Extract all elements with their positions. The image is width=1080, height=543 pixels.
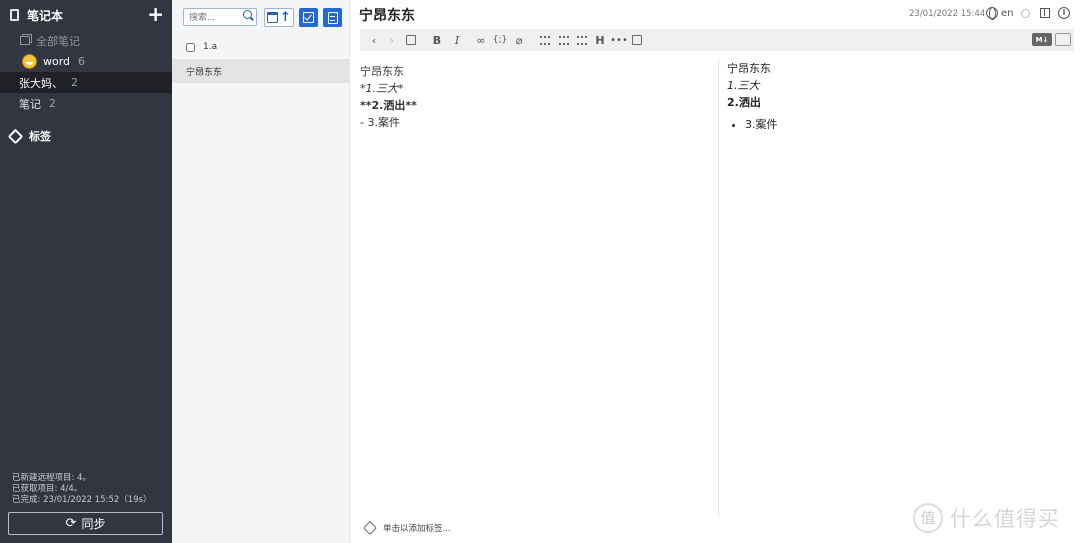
bold-icon[interactable]: B [430,32,444,48]
preview-bold-line: 2.洒出 [727,96,761,109]
sync-button[interactable]: ⟳ 同步 [8,512,163,535]
preview-line: 宁昂东东 [727,62,771,75]
globe-icon[interactable] [986,7,998,20]
search-icon[interactable] [243,10,252,19]
note-icon [327,11,338,24]
insert-datetime-icon[interactable] [630,32,644,48]
sidebar-item-zhang[interactable]: 张大妈、 2 [0,72,172,93]
sidebar-item-all-notes[interactable]: 全部笔记 [0,30,172,51]
notebook-count: 2 [71,76,78,89]
forward-icon[interactable]: › [386,32,398,48]
note-date[interactable]: 23/01/2022 15:44 [909,9,985,19]
arrow-up-icon: ↑ [280,10,291,25]
markdown-toggle-button[interactable]: M↓ [1032,33,1052,46]
sync-status-line: 已完成: 23/01/2022 15:52（19s） [12,495,152,505]
italic-icon[interactable]: I [450,32,464,48]
bulleted-list-icon[interactable] [538,32,552,48]
sync-status: 已新建远程项目: 4。 已获取项目: 4/4。 已完成: 23/01/2022 … [12,473,152,506]
tags-header[interactable]: 标签 [0,124,172,148]
all-notes-icon [20,36,30,45]
sidebar-item-word[interactable]: word 6 [0,51,172,72]
notebooks-header[interactable]: 笔记本 + [0,0,172,30]
todo-checkbox[interactable] [186,42,195,52]
add-notebook-icon[interactable]: + [147,4,164,24]
new-note-button[interactable] [323,8,342,27]
sidebar: 笔记本 + 全部笔记 word 6 张大妈、 2 笔记 2 标签 已新建远程项目… [0,0,172,543]
source-line: - 3.案件 [360,116,400,129]
notebook-name: 张大妈、 [19,76,63,90]
editor-toolbar: ‹ › B I ∞ {;} ⌀ H ••• M↓ [360,29,1074,51]
notebook-name: word [43,55,71,68]
note-title-input[interactable]: 宁昂东东 [359,5,415,25]
language-label[interactable]: en [1001,8,1014,19]
watermark-logo: 值 [913,503,943,533]
preview-list-item: 3.案件 [745,116,1072,133]
tag-icon [7,128,24,144]
heading-icon[interactable]: H [593,32,607,48]
calendar-icon [267,12,279,23]
link-icon[interactable]: ∞ [474,32,488,48]
numbered-list-icon[interactable] [557,32,571,48]
all-notes-label: 全部笔记 [36,34,80,48]
grinning-emoji-icon [22,54,37,69]
tags-label: 标签 [29,130,51,143]
source-line: *1.三大* [360,82,404,95]
preview-list: 3.案件 [727,116,1072,133]
list-item[interactable]: 1.a [172,35,349,59]
editor-panel: 宁昂东东 23/01/2022 15:44 en i ‹ › B I ∞ {;}… [351,0,1080,543]
sync-status-line: 已获取项目: 4/4。 [12,484,83,494]
note-title: 1.a [203,42,218,52]
notebook-name: 笔记 [19,97,41,111]
attachment-icon[interactable]: ⌀ [512,32,526,48]
source-line: 宁昂东东 [360,65,404,78]
code-icon[interactable]: {;} [492,32,508,48]
markdown-source-editor[interactable]: 宁昂东东 *1.三大* **2.洒出** - 3.案件 [360,63,710,131]
source-line: **2.洒出** [360,99,417,112]
notebook-count: 6 [78,55,86,68]
sidebar-item-notes[interactable]: 笔记 2 [0,93,172,114]
sync-icon: ⟳ [65,516,77,531]
sun-icon[interactable] [1021,9,1030,18]
pane-divider[interactable] [718,60,719,516]
external-edit-icon[interactable] [404,32,418,48]
watermark-text: 什么值得买 [950,507,1060,531]
rich-text-toggle-button[interactable] [1055,33,1071,46]
back-icon[interactable]: ‹ [368,32,380,48]
notebook-count: 2 [49,97,56,110]
info-icon[interactable]: i [1058,7,1070,19]
notebooks-header-label: 笔记本 [27,8,64,23]
list-item-selected[interactable]: 宁昂东东 [172,59,349,83]
checkbox-icon [303,12,314,23]
tag-icon[interactable] [362,520,378,536]
checklist-icon[interactable] [575,32,589,48]
preview-italic-line: 1.三大 [727,79,760,92]
split-layout-icon[interactable] [1040,8,1050,18]
add-tag-link[interactable]: 单击以添加标签... [383,522,451,534]
note-title: 宁昂东东 [186,67,223,78]
notebook-icon [10,9,19,21]
horizontal-rule-icon[interactable]: ••• [610,32,628,48]
sync-status-line: 已新建远程项目: 4。 [12,473,91,483]
new-todo-button[interactable] [299,8,318,27]
note-list-panel: ↑ 1.a 宁昂东东 [172,0,350,543]
sync-label: 同步 [81,517,106,531]
sort-order-button[interactable]: ↑ [264,8,294,27]
markdown-preview: 宁昂东东 1.三大 2.洒出 3.案件 [727,60,1072,133]
